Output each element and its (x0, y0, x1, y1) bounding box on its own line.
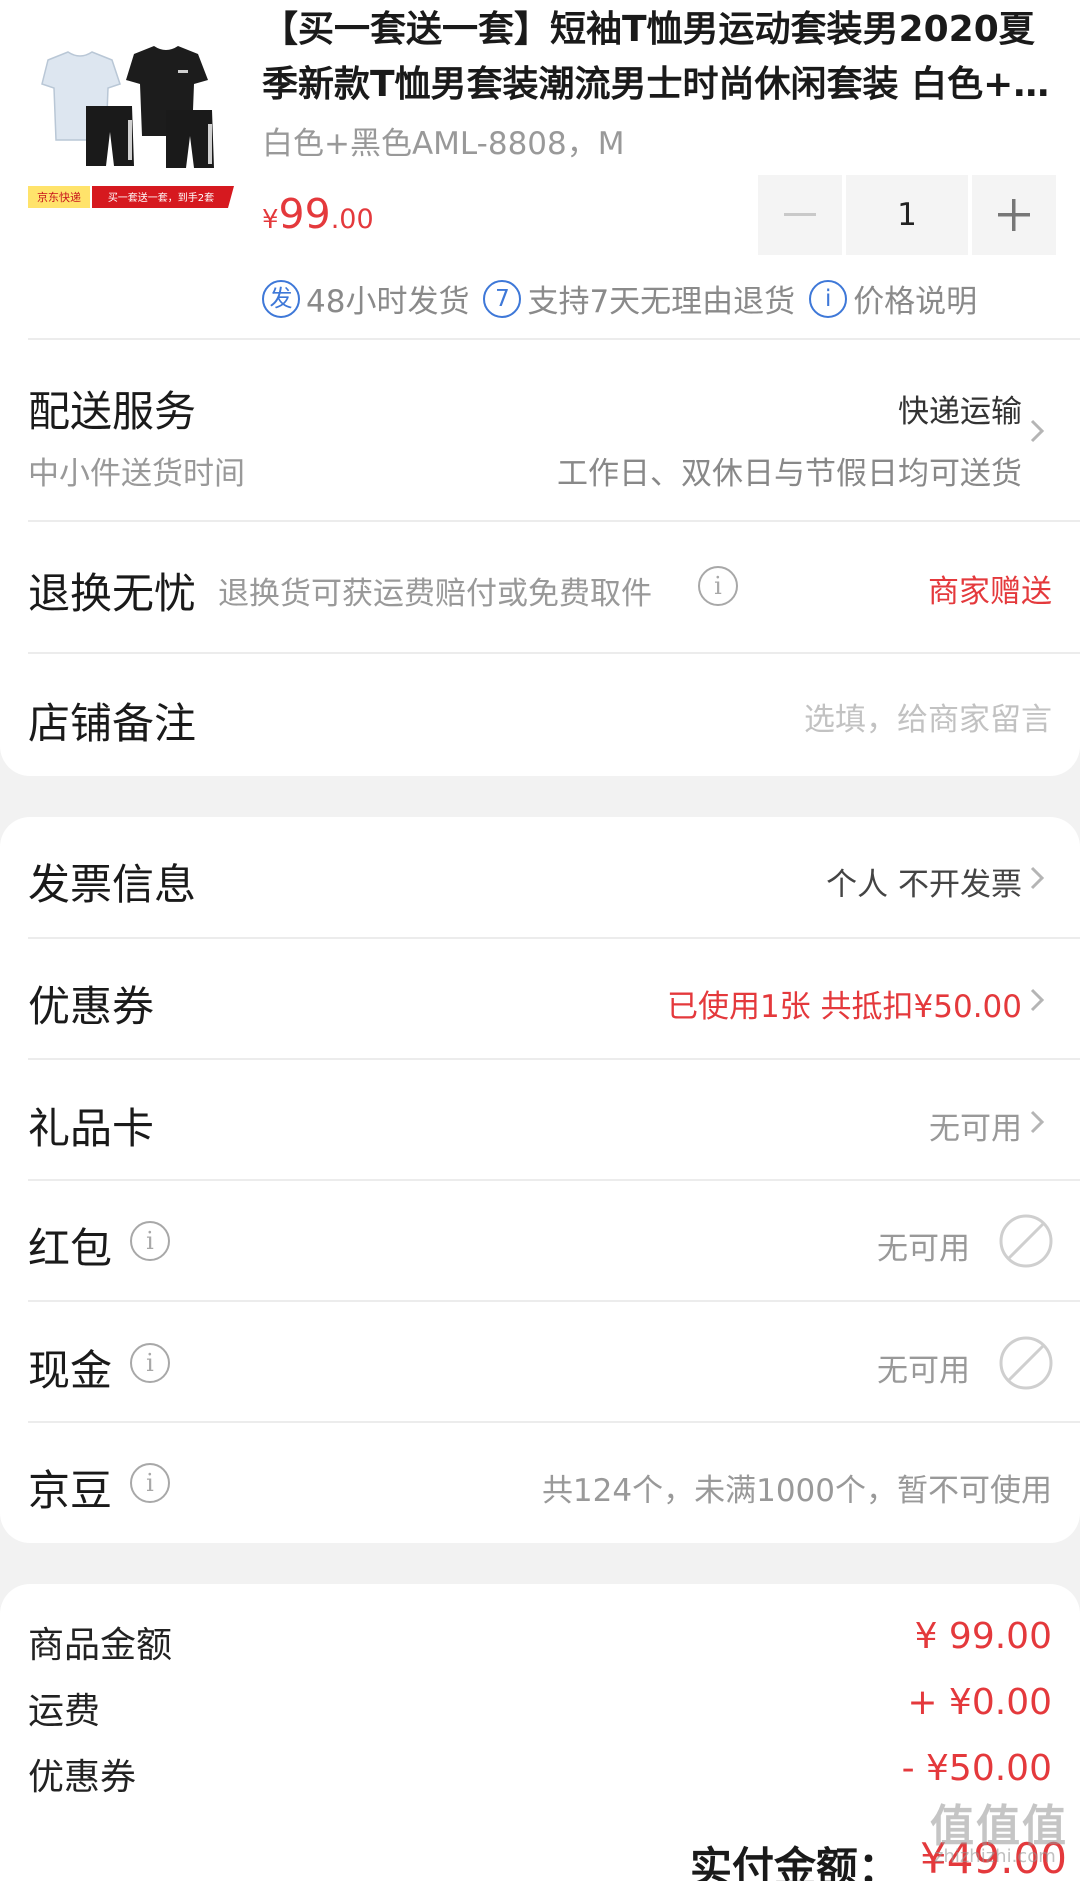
svg-text:买一套送一套，到手2套: 买一套送一套，到手2套 (108, 191, 214, 204)
tag-label: 价格说明 (853, 284, 978, 320)
svg-text:京东快递: 京东快递 (37, 190, 81, 204)
ship-badge-icon: 发 (262, 279, 300, 318)
order-confirm-page: 京东快递 买一套送一套，到手2套 【买一套送一套】短袖T恤男运动套装男2020夏… (0, 0, 1080, 1881)
invoice-title: 发票信息 (28, 860, 197, 909)
delivery-subtitle: 中小件送货时间 (28, 456, 245, 492)
plus-icon (998, 199, 1030, 231)
giftcard-title: 礼品卡 (28, 1104, 155, 1153)
goods-amount-label: 商品金额 (28, 1625, 173, 1666)
divider (28, 1300, 1080, 1302)
info-icon[interactable]: i (130, 1463, 170, 1503)
divider (28, 1058, 1080, 1060)
minus-icon (784, 213, 816, 216)
seven-day-icon: 7 (483, 279, 522, 318)
tag-price-note[interactable]: i 价格说明 (809, 276, 977, 321)
jingdou-title: 京豆 (28, 1466, 113, 1515)
divider (28, 520, 1080, 522)
price-decimal: .00 (330, 204, 374, 235)
order-card: 京东快递 买一套送一套，到手2套 【买一套送一套】短袖T恤男运动套装男2020夏… (0, 0, 1080, 776)
divider (28, 338, 1080, 340)
watermark-logo: 值值值 (930, 1801, 1068, 1852)
coupon-value: 已使用1张 共抵扣¥50.00 (666, 989, 1022, 1025)
coupon-discount-value: - ¥50.00 (901, 1748, 1052, 1789)
info-icon[interactable]: i (698, 566, 738, 606)
redpacket-title: 红包 (28, 1224, 113, 1273)
increase-button[interactable] (972, 175, 1056, 255)
remark-input[interactable]: 选填，给商家留言 (804, 694, 1052, 739)
giftcard-value: 无可用 (929, 1111, 1022, 1147)
returns-value: 商家赠送 (928, 574, 1052, 610)
delivery-time: 工作日、双休日与节假日均可送货 (557, 456, 1022, 492)
info-icon[interactable]: i (130, 1343, 170, 1383)
coupon-discount-label: 优惠券 (28, 1757, 137, 1798)
returns-title: 退换无忧 (28, 569, 197, 618)
goods-amount-value: ¥ 99.00 (914, 1616, 1052, 1657)
freight-label: 运费 (28, 1691, 101, 1732)
info-icon: i (809, 279, 848, 318)
info-icon[interactable]: i (130, 1221, 170, 1261)
payment-options-card: 发票信息 个人 不开发票 优惠券 已使用1张 共抵扣¥50.00 礼品卡 无可用… (0, 817, 1080, 1543)
tag-label: 支持7天无理由退货 (527, 284, 796, 320)
chevron-right-icon (1030, 419, 1045, 443)
cash-title: 现金 (28, 1346, 113, 1395)
divider (28, 1421, 1080, 1423)
decrease-button[interactable] (758, 175, 842, 255)
divider (28, 652, 1080, 654)
quantity-stepper: 1 (758, 175, 1056, 255)
disabled-icon (999, 1214, 1053, 1268)
watermark-url: zhizhizhi.com (934, 1846, 1056, 1867)
chevron-right-icon (1030, 988, 1045, 1012)
chevron-right-icon (1030, 1110, 1045, 1134)
remark-title: 店铺备注 (28, 699, 197, 748)
coupon-title: 优惠券 (28, 982, 155, 1031)
invoice-value: 个人 不开发票 (826, 867, 1022, 903)
tag-48h-shipping: 发 48小时发货 (262, 276, 469, 321)
tag-7day-return: 7 支持7天无理由退货 (483, 276, 795, 321)
delivery-title: 配送服务 (28, 387, 197, 436)
price-integer: 99 (278, 190, 331, 238)
disabled-icon (999, 1336, 1053, 1390)
redpacket-value: 无可用 (877, 1231, 970, 1267)
price-currency: ¥ (262, 205, 279, 235)
product-image[interactable]: 京东快递 买一套送一套，到手2套 (28, 40, 234, 220)
product-title[interactable]: 【买一套送一套】短袖T恤男运动套装男2020夏季新款T恤男套装潮流男士时尚休闲套… (262, 2, 1062, 112)
chevron-right-icon (1030, 866, 1045, 890)
product-spec: 白色+黑色AML-8808，M (262, 126, 625, 162)
actual-payment-label: 实付金额： (690, 1843, 901, 1881)
tag-label: 48小时发货 (306, 284, 470, 320)
jingdou-value: 共124个，未满1000个，暂不可使用 (541, 1473, 1052, 1509)
divider (28, 1179, 1080, 1181)
divider (28, 937, 1080, 939)
freight-value: + ¥0.00 (907, 1682, 1052, 1723)
product-price: ¥99.00 (262, 190, 374, 238)
returns-desc: 退换货可获运费赔付或免费取件 (218, 576, 652, 612)
service-tags: 发 48小时发货 7 支持7天无理由退货 i 价格说明 (262, 276, 991, 321)
delivery-method: 快递运输 (898, 394, 1022, 430)
quantity-input[interactable]: 1 (846, 175, 968, 255)
cash-value: 无可用 (877, 1353, 970, 1389)
